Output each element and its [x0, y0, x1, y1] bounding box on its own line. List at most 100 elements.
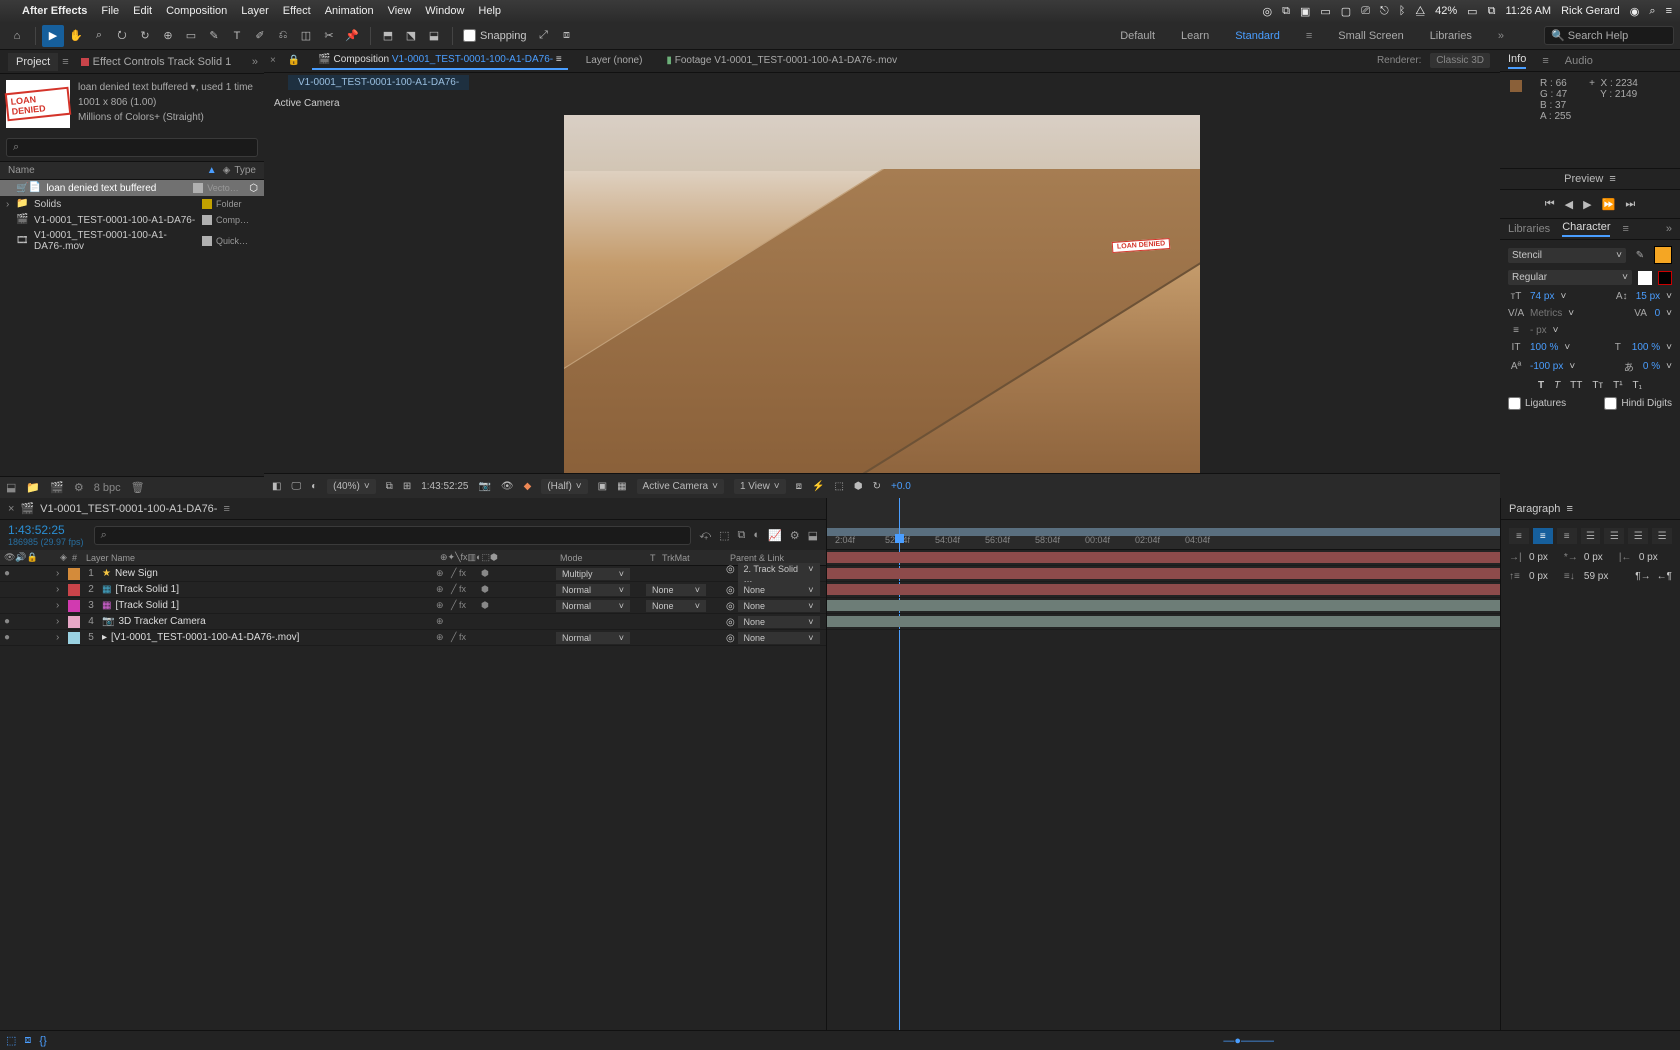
- transparent-icon[interactable]: ▦: [617, 481, 626, 492]
- tray-icon-3[interactable]: ⎋: [1380, 5, 1389, 18]
- eyedropper-icon[interactable]: ✎: [1632, 250, 1648, 261]
- mask-icon[interactable]: ◐: [311, 481, 317, 492]
- menu-edit[interactable]: Edit: [133, 5, 152, 17]
- current-timecode[interactable]: 1:43:52:25: [8, 523, 84, 537]
- pixel-aspect-icon[interactable]: ⧈: [796, 481, 802, 492]
- subscript-icon[interactable]: T₁: [1633, 380, 1642, 391]
- indent-right-value[interactable]: 0 px: [1639, 552, 1658, 563]
- pickwhip-icon[interactable]: ◎: [726, 585, 735, 596]
- zoom-tool-icon[interactable]: ⌕: [88, 25, 110, 47]
- trkmat-dropdown[interactable]: None˅: [646, 600, 706, 612]
- eraser-tool-icon[interactable]: ◫: [295, 25, 317, 47]
- cc-icon[interactable]: ◎: [1263, 5, 1273, 18]
- timeline-layer[interactable]: ● › 1 ★New Sign ⊕ ╱ fx ⬢ Multiply˅ ◎ 2. …: [0, 566, 826, 582]
- tab-effect-controls[interactable]: Effect Controls Track Solid 1: [73, 53, 240, 71]
- workspace-default[interactable]: Default: [1120, 30, 1155, 42]
- pickwhip-icon[interactable]: ◎: [726, 633, 735, 644]
- menu-window[interactable]: Window: [425, 5, 464, 17]
- timeline-tab-menu-icon[interactable]: ≡: [223, 503, 229, 515]
- trkmat-dropdown[interactable]: None˅: [646, 584, 706, 596]
- renderer-dropdown[interactable]: Classic 3D: [1430, 53, 1490, 68]
- timecode-display[interactable]: 1:43:52:25: [421, 481, 468, 492]
- toggle-in-out-icon[interactable]: {}: [39, 1035, 46, 1047]
- justify-center-icon[interactable]: ☰: [1604, 528, 1624, 544]
- comp-breadcrumb[interactable]: V1-0001_TEST-0001-100-A1-DA76-: [288, 75, 469, 90]
- app-name[interactable]: After Effects: [22, 5, 87, 17]
- axis2-icon[interactable]: ⬔: [400, 25, 422, 47]
- show-snapshot-icon[interactable]: 👁: [501, 481, 514, 492]
- roto-tool-icon[interactable]: ✂: [318, 25, 340, 47]
- layer-label-swatch[interactable]: [68, 568, 80, 580]
- 3d-icon[interactable]: ⬚: [834, 481, 843, 492]
- layer-label-swatch[interactable]: [68, 616, 80, 628]
- trash-icon[interactable]: 🗑: [131, 481, 145, 494]
- space-after-value[interactable]: 59 px: [1584, 571, 1608, 582]
- bpc-button[interactable]: 8 bpc: [94, 482, 121, 494]
- indent-left-value[interactable]: 0 px: [1529, 552, 1548, 563]
- menu-animation[interactable]: Animation: [325, 5, 374, 17]
- shape-tool-icon[interactable]: ▭: [180, 25, 202, 47]
- blend-mode-dropdown[interactable]: Normal˅: [556, 584, 630, 596]
- comp-new-icon[interactable]: 🎬: [50, 481, 64, 494]
- display-icon[interactable]: ⎚: [1361, 5, 1370, 18]
- space-before-value[interactable]: 0 px: [1529, 571, 1548, 582]
- hindi-digits-checkbox[interactable]: Hindi Digits: [1604, 397, 1672, 410]
- motion-blur-icon[interactable]: ◐: [753, 529, 760, 542]
- col-type[interactable]: Type: [234, 165, 256, 176]
- blend-mode-dropdown[interactable]: Multiply˅: [556, 568, 630, 580]
- allcaps-icon[interactable]: TT: [1570, 380, 1582, 391]
- stroke-width-value[interactable]: - px: [1530, 325, 1547, 336]
- layer-label-swatch[interactable]: [68, 584, 80, 596]
- layer-label-swatch[interactable]: [68, 632, 80, 644]
- timeline-tab[interactable]: V1-0001_TEST-0001-100-A1-DA76-: [40, 503, 217, 515]
- timeline-ruler[interactable]: 2:04f 52:04f 54:04f 56:04f 58:04f 00:04f…: [827, 498, 1500, 550]
- menu-icon[interactable]: ≡: [1666, 5, 1672, 17]
- tab-layer[interactable]: Layer (none): [580, 52, 649, 69]
- battery-icon[interactable]: ▭: [1467, 5, 1477, 18]
- justify-all-icon[interactable]: ☰: [1652, 528, 1672, 544]
- col-label-icon[interactable]: ◈: [223, 165, 231, 176]
- axis-icon[interactable]: ⬒: [377, 25, 399, 47]
- bluetooth-icon[interactable]: ᛒ: [1399, 5, 1406, 17]
- siri-icon[interactable]: ◉: [1630, 5, 1640, 18]
- rotate-tool-icon[interactable]: ↻: [134, 25, 156, 47]
- close-timeline-tab-icon[interactable]: ×: [8, 503, 14, 515]
- exposure-value[interactable]: +0.0: [891, 481, 911, 492]
- no-stroke-icon[interactable]: [1658, 271, 1672, 285]
- snap-opt-icon[interactable]: ⤢: [533, 25, 555, 47]
- wifi-icon[interactable]: ⧋: [1415, 5, 1425, 18]
- project-item[interactable]: 🎞 V1-0001_TEST-0001-100-A1-DA76-.mov Qui…: [0, 228, 264, 254]
- adjust-icon[interactable]: ⚙: [74, 481, 84, 494]
- col-layer-name[interactable]: Layer Name: [82, 553, 436, 563]
- col-trkmat[interactable]: TrkMat: [658, 553, 726, 563]
- justify-left-icon[interactable]: ☰: [1581, 528, 1601, 544]
- bounds-icon[interactable]: ⬓: [808, 529, 818, 542]
- prev-frame-icon[interactable]: ◀: [1565, 198, 1573, 211]
- snap-opt2-icon[interactable]: ⧈: [556, 25, 578, 47]
- tray-icon-2[interactable]: ▭: [1320, 5, 1330, 18]
- clock[interactable]: 11:26 AM: [1505, 5, 1551, 17]
- toggle-modes-icon[interactable]: ⧈: [24, 1034, 31, 1047]
- timeline-search-input[interactable]: ⌕: [94, 526, 692, 545]
- camera-dropdown[interactable]: Active Camera ˅: [637, 479, 724, 494]
- draft3d-icon[interactable]: ⬚: [719, 529, 729, 542]
- workspace-smallscreen[interactable]: Small Screen: [1338, 30, 1403, 42]
- timeline-layer[interactable]: › 2 ▦[Track Solid 1] ⊕ ╱ fx ⬢ Normal˅ No…: [0, 582, 826, 598]
- fill-color-swatch[interactable]: [1654, 246, 1672, 264]
- selection-tool-icon[interactable]: ▶: [42, 25, 64, 47]
- next-frame-icon[interactable]: ⏩: [1602, 198, 1616, 211]
- project-item[interactable]: 🛒 📄 loan denied text buffered Vecto… ⬡: [0, 180, 264, 196]
- pen-tool-icon[interactable]: ✎: [203, 25, 225, 47]
- snapping-checkbox[interactable]: [463, 29, 476, 42]
- last-frame-icon[interactable]: ⏭: [1625, 198, 1635, 211]
- justify-right-icon[interactable]: ☰: [1628, 528, 1648, 544]
- project-item[interactable]: › 📁 Solids Folder: [0, 196, 264, 212]
- search-help-input[interactable]: 🔍 Search Help: [1544, 26, 1674, 45]
- snapping-toggle[interactable]: Snapping: [463, 29, 527, 42]
- align-left-icon[interactable]: ≡: [1509, 528, 1529, 544]
- tabs-overflow-icon[interactable]: »: [252, 56, 258, 68]
- parent-dropdown[interactable]: None˅: [738, 584, 820, 596]
- menu-help[interactable]: Help: [478, 5, 501, 17]
- graph-icon[interactable]: 📈: [768, 529, 782, 542]
- font-size-value[interactable]: 74 px: [1530, 291, 1554, 302]
